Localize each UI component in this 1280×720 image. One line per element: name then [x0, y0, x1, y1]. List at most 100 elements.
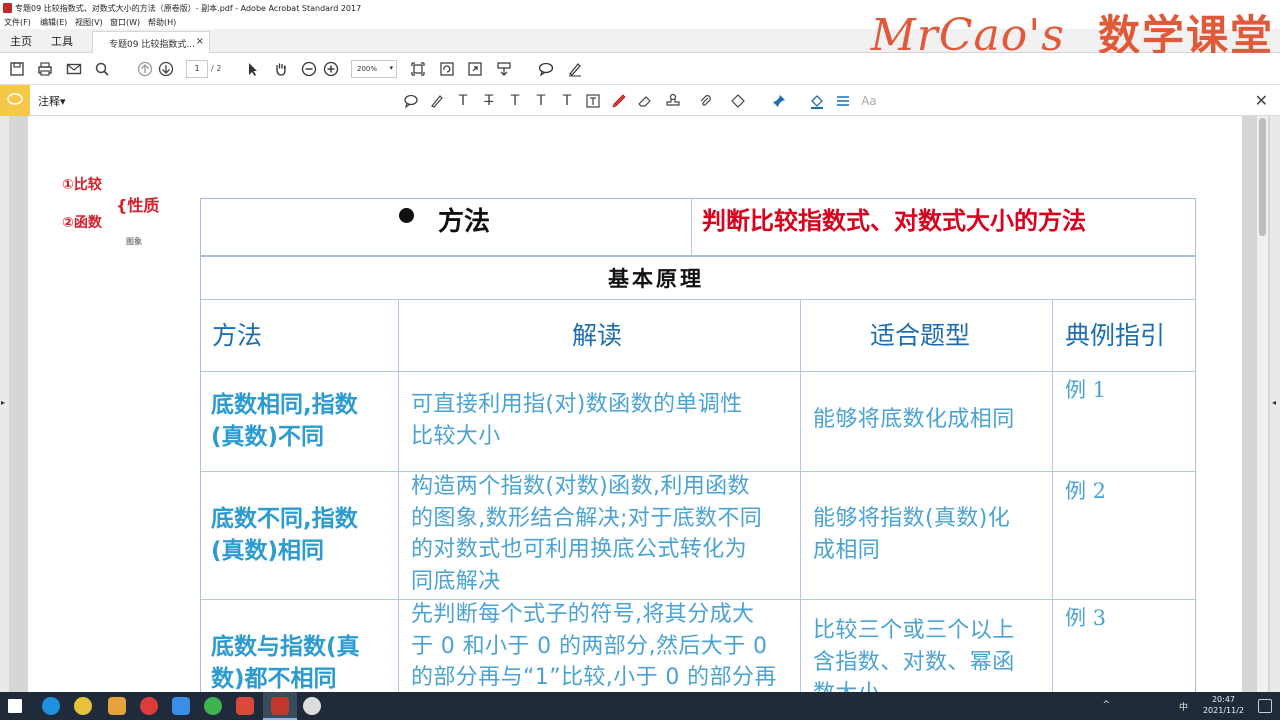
- menu-view[interactable]: 视图(V): [75, 17, 103, 28]
- zoom-level-value: 200%: [357, 65, 378, 73]
- close-tab-icon[interactable]: ×: [196, 36, 204, 47]
- table-row-2-example[interactable]: 例 2: [1065, 475, 1106, 505]
- hand-tool-icon[interactable]: [272, 60, 290, 78]
- method-line: 底数相同,指数: [211, 392, 358, 418]
- vertical-scrollbar[interactable]: [1257, 116, 1268, 692]
- table-col-rule: [398, 300, 399, 700]
- table-row-2-desc: 构造两个指数(对数)函数,利用函数 的图象,数形结合解决;对于底数不同 的对数式…: [411, 471, 762, 597]
- comment-toolbar: 注释▾ T T̶ T T T Aa ✕: [0, 85, 1280, 116]
- rotate-icon[interactable]: [438, 60, 456, 78]
- sign-pen-icon[interactable]: [566, 60, 584, 78]
- pinned-app-icon[interactable]: [172, 697, 190, 715]
- left-panel-toggle[interactable]: ▸: [0, 116, 9, 692]
- acrobat-icon: [271, 697, 289, 715]
- select-cursor-icon[interactable]: [244, 60, 262, 78]
- expand-left-icon: ▸: [1, 398, 6, 407]
- print-icon[interactable]: [36, 60, 54, 78]
- table-row-3-example[interactable]: 例 3: [1065, 602, 1106, 632]
- zoom-in-icon[interactable]: [322, 60, 340, 78]
- tab-home[interactable]: 主页: [10, 33, 32, 49]
- stamp-icon[interactable]: [664, 92, 682, 110]
- handwriting-note-1: ①比较: [62, 177, 102, 193]
- full-screen-icon[interactable]: [466, 60, 484, 78]
- search-icon[interactable]: [93, 60, 111, 78]
- column-header-interpretation: 解读: [572, 321, 623, 350]
- fill-color-icon[interactable]: [808, 92, 826, 110]
- pencil-icon[interactable]: [610, 92, 628, 110]
- table-row-1-example[interactable]: 例 1: [1065, 374, 1106, 404]
- main-toolbar: 1 / 2 200% ▾: [0, 53, 1280, 85]
- netease-music-icon[interactable]: [140, 697, 158, 715]
- page-number-field[interactable]: 1: [186, 60, 208, 78]
- file-explorer-icon[interactable]: [108, 697, 126, 715]
- tab-document[interactable]: 专题09 比较指数式... ×: [92, 31, 210, 53]
- desc-line: 于 0 和小于 0 的两部分,然后大于 0: [411, 633, 768, 659]
- chrome-icon[interactable]: [74, 697, 92, 715]
- table-row-1-method: 底数相同,指数 (真数)不同: [211, 389, 358, 453]
- handwriting-note-2: ②函数: [62, 215, 102, 231]
- sticky-note-icon[interactable]: [402, 92, 420, 110]
- highlight-icon[interactable]: [428, 92, 446, 110]
- comment-panel-toggle[interactable]: [0, 85, 30, 116]
- desc-line: 的部分再与“1”比较,小于 0 的部分再: [411, 665, 777, 690]
- insert-text-icon[interactable]: T: [532, 92, 550, 110]
- attach-file-icon[interactable]: [696, 92, 714, 110]
- read-mode-icon[interactable]: [495, 60, 513, 78]
- tray-overflow-icon[interactable]: ^: [1102, 700, 1110, 710]
- email-icon[interactable]: [65, 60, 83, 78]
- pin-icon[interactable]: [770, 92, 788, 110]
- table-rule: [201, 299, 1195, 300]
- tab-tools[interactable]: 工具: [51, 33, 73, 49]
- method-line: 数)都不相同: [211, 666, 337, 692]
- menu-help[interactable]: 帮助(H): [148, 17, 176, 28]
- menu-window[interactable]: 窗口(W): [110, 17, 140, 28]
- zoom-out-icon[interactable]: [300, 60, 318, 78]
- zoom-level-select[interactable]: 200% ▾: [351, 60, 397, 78]
- notification-icon[interactable]: [1258, 699, 1272, 713]
- header-method-label: 方法: [438, 207, 491, 237]
- pdf-app-icon: [3, 3, 12, 13]
- table-row-3-method: 底数与指数(真 数)都不相同: [211, 631, 360, 695]
- acrobat-taskbar-button[interactable]: [263, 692, 297, 720]
- close-icon[interactable]: ✕: [1255, 91, 1268, 110]
- edge-browser-icon[interactable]: [42, 697, 60, 715]
- comment-icon[interactable]: [537, 60, 555, 78]
- expand-right-icon: ◂: [1272, 398, 1277, 407]
- column-header-question-type: 适合题型: [870, 321, 971, 350]
- bullet-icon: [399, 208, 414, 223]
- font-size-icon[interactable]: Aa: [860, 92, 878, 110]
- type-line: 能够将指数(真数)化: [813, 506, 1011, 531]
- next-page-icon[interactable]: [157, 60, 175, 78]
- ime-indicator[interactable]: 中: [1179, 700, 1188, 713]
- acrobat-window: 专题09 比较指数式、对数式大小的方法（原卷版）- 副本.pdf - Adobe…: [0, 0, 1280, 720]
- desc-line: 可直接利用指(对)数函数的单调性: [411, 392, 743, 417]
- save-icon[interactable]: [8, 60, 26, 78]
- type-line: 含指数、对数、幂函: [813, 649, 1015, 675]
- table-rule: [201, 371, 1195, 372]
- right-panel-toggle[interactable]: ◂: [1270, 116, 1280, 692]
- scrollbar-thumb[interactable]: [1259, 118, 1266, 236]
- line-width-icon[interactable]: [834, 92, 852, 110]
- windows-start-icon[interactable]: [8, 699, 22, 713]
- handwriting-cursor-note: 图象: [126, 237, 142, 246]
- document-tab-label: 专题09 比较指数式...: [109, 40, 195, 50]
- menu-file[interactable]: 文件(F): [4, 17, 31, 28]
- replace-text-icon[interactable]: T: [506, 92, 524, 110]
- table-row-2-type: 能够将指数(真数)化 成相同: [813, 503, 1010, 566]
- desc-line: 的图象,数形结合解决;对于底数不同: [411, 505, 763, 531]
- method-line: 底数与指数(真: [211, 634, 360, 660]
- obs-icon[interactable]: [303, 697, 321, 715]
- shapes-icon[interactable]: [729, 92, 747, 110]
- strikethrough-icon[interactable]: T̶: [480, 92, 498, 110]
- text-comment-icon[interactable]: T: [558, 92, 576, 110]
- comment-menu[interactable]: 注释▾: [38, 93, 66, 109]
- wechat-icon[interactable]: [204, 697, 222, 715]
- previous-page-icon[interactable]: [136, 60, 154, 78]
- menu-edit[interactable]: 编辑(E): [40, 17, 67, 28]
- pinned-app-icon[interactable]: [236, 697, 254, 715]
- text-box-icon[interactable]: [584, 92, 602, 110]
- underline-text-icon[interactable]: T: [454, 92, 472, 110]
- eraser-icon[interactable]: [636, 92, 654, 110]
- fit-page-icon[interactable]: [409, 60, 427, 78]
- taskbar-clock[interactable]: 20:47 2021/11/2: [1203, 694, 1244, 716]
